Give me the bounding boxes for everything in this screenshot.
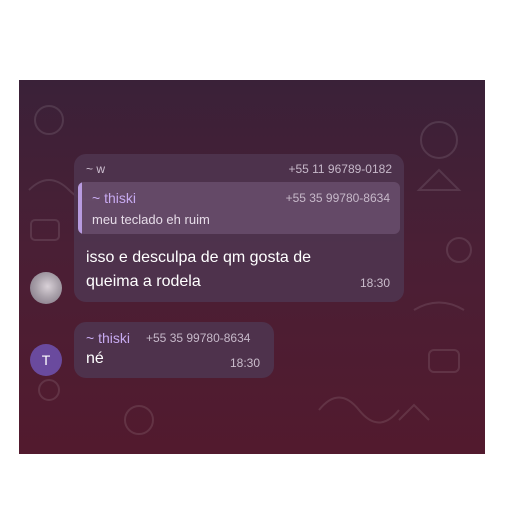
chat-panel: ~ w +55 11 96789-0182 ~ thiski +55 35 99… xyxy=(19,80,485,454)
sender-phone[interactable]: +55 35 99780-8634 xyxy=(146,331,250,345)
quoted-sender-phone: +55 35 99780-8634 xyxy=(285,191,390,205)
sender-name[interactable]: ~ w xyxy=(86,162,105,176)
sender-row: ~ w +55 11 96789-0182 xyxy=(86,162,392,178)
message-time: 18:30 xyxy=(229,356,260,370)
sender-phone[interactable]: +55 11 96789-0182 xyxy=(288,162,392,176)
sender-name[interactable]: ~ thiski xyxy=(86,330,130,346)
quoted-text: meu teclado eh ruim xyxy=(92,212,210,227)
quoted-sender-name: ~ thiski xyxy=(92,190,136,206)
message-text: né xyxy=(86,350,104,367)
message-bubble[interactable]: ~ thiski +55 35 99780-8634 né 18:30 xyxy=(74,322,274,378)
avatar[interactable]: T xyxy=(30,344,62,376)
quote-bar xyxy=(78,182,82,234)
quoted-message[interactable]: ~ thiski +55 35 99780-8634 meu teclado e… xyxy=(78,182,400,234)
message-bubble[interactable]: ~ w +55 11 96789-0182 ~ thiski +55 35 99… xyxy=(74,154,404,302)
message-time: 18:30 xyxy=(359,276,390,290)
message-text: isso e desculpa de qm gosta de queima a … xyxy=(86,249,312,290)
avatar[interactable] xyxy=(30,272,62,304)
